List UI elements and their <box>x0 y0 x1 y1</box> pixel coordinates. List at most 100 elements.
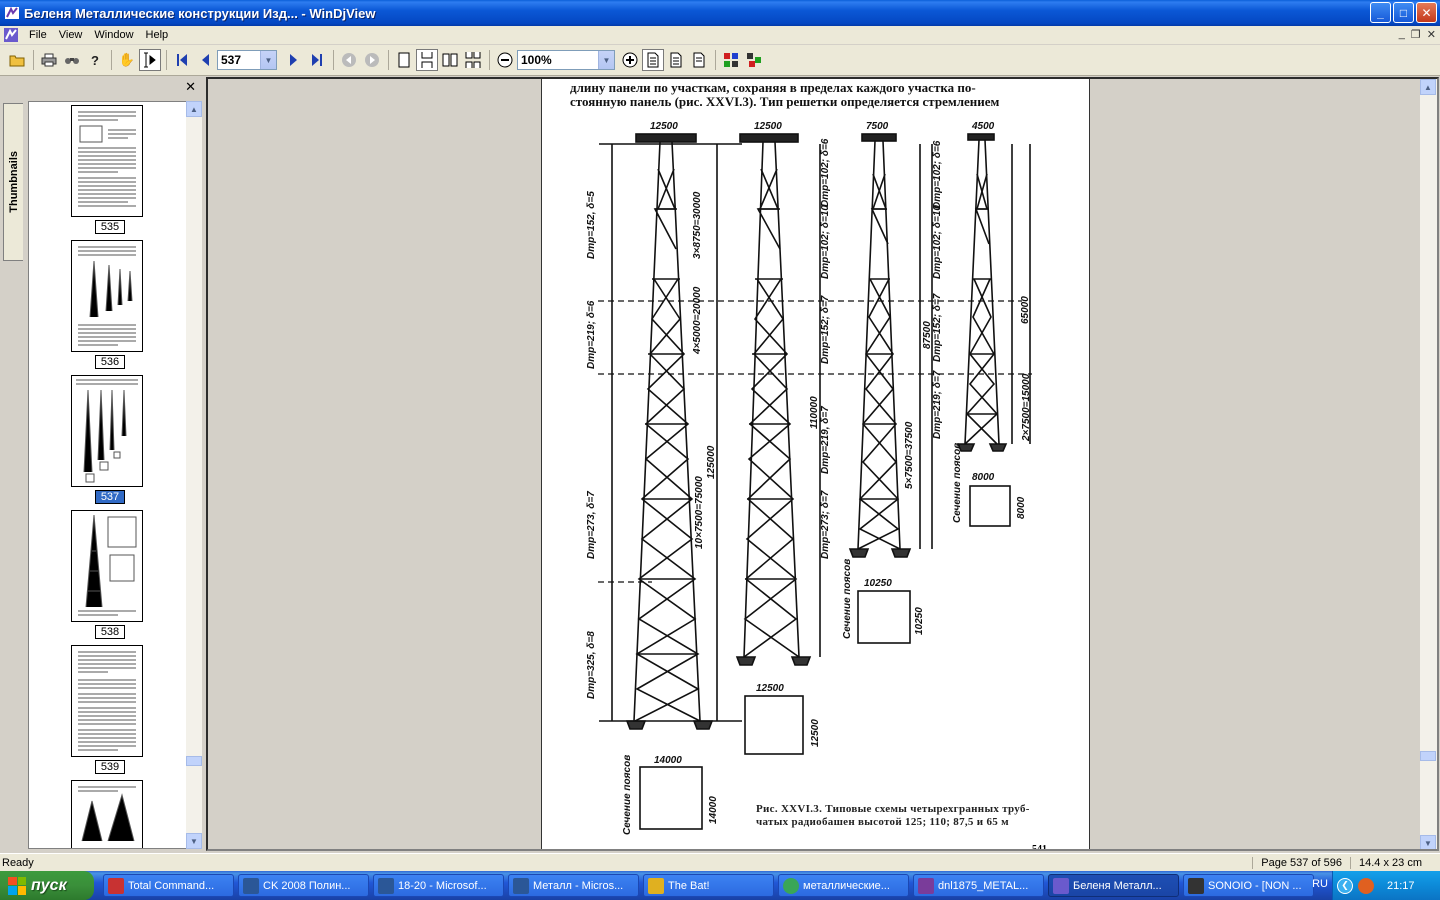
next-page-icon[interactable] <box>283 49 305 71</box>
task-button-active[interactable]: Беленя Металл... <box>1048 874 1179 897</box>
scrollbar-thumb[interactable] <box>1420 751 1436 761</box>
language-indicator[interactable]: RU <box>1312 878 1328 890</box>
open-icon[interactable] <box>6 49 28 71</box>
back-icon[interactable] <box>338 49 360 71</box>
thumbnail-label[interactable]: 537 <box>95 490 125 504</box>
djvu-page[interactable]: длину панели по участкам, сохраняя в пре… <box>541 79 1090 849</box>
print-icon[interactable] <box>38 49 60 71</box>
continuous-page-icon[interactable] <box>416 49 438 71</box>
mdi-close-button[interactable]: ✕ <box>1427 28 1436 41</box>
zoom-in-icon[interactable] <box>619 49 641 71</box>
forward-icon[interactable] <box>361 49 383 71</box>
scroll-up-icon[interactable]: ▲ <box>186 101 202 117</box>
two-pages-icon[interactable] <box>439 49 461 71</box>
maximize-button[interactable]: □ <box>1393 2 1414 23</box>
menu-file[interactable]: File <box>23 29 53 41</box>
scroll-up-icon[interactable]: ▲ <box>1420 79 1436 95</box>
title-bar[interactable]: Беленя Металлические конструкции Изд... … <box>0 0 1440 26</box>
chevron-down-icon[interactable]: ▼ <box>598 51 614 69</box>
section-label: 8000 <box>1016 496 1027 519</box>
thumbnail-preview <box>78 651 136 751</box>
prev-page-icon[interactable] <box>194 49 216 71</box>
thumbnail-page[interactable] <box>71 780 143 848</box>
tray-expand-icon[interactable]: ❮ <box>1337 877 1353 894</box>
task-button[interactable]: Металл - Micros... <box>508 874 639 897</box>
task-button[interactable]: The Bat! <box>643 874 774 897</box>
close-button[interactable]: ✕ <box>1416 2 1437 23</box>
document-view[interactable]: длину панели по участкам, сохраняя в пре… <box>206 77 1439 851</box>
clock[interactable]: 21:17 <box>1387 880 1415 892</box>
actual-size-icon[interactable] <box>688 49 710 71</box>
thumbnail-page[interactable] <box>71 105 143 217</box>
scrollbar-thumb[interactable] <box>186 756 202 766</box>
section-caption: Сечение поясов <box>952 443 963 523</box>
side-tab-strip: Thumbnails <box>0 77 24 851</box>
find-icon[interactable] <box>61 49 83 71</box>
mdi-minimize-button[interactable]: _ <box>1399 28 1405 41</box>
task-button[interactable]: SONOIO - [NON ... <box>1183 874 1314 897</box>
page-number-combo[interactable]: 537 ▼ <box>217 50 277 70</box>
network-icon[interactable] <box>1358 877 1374 894</box>
task-label: Беленя Металл... <box>1073 879 1162 892</box>
fit-width-icon[interactable] <box>665 49 687 71</box>
thumbnail-label[interactable]: 535 <box>95 220 125 234</box>
select-icon[interactable] <box>139 49 161 71</box>
toolbar-separator <box>715 50 716 70</box>
thumbnail-page[interactable] <box>71 240 143 352</box>
scroll-down-icon[interactable]: ▼ <box>1420 835 1436 849</box>
thumbnail-page[interactable] <box>71 375 143 487</box>
layout-mode-icon[interactable] <box>743 49 765 71</box>
chevron-down-icon[interactable]: ▼ <box>260 51 276 69</box>
thumbnail-preview <box>78 786 136 842</box>
thumbnail-page[interactable] <box>71 510 143 622</box>
zoom-combo[interactable]: 100% ▼ <box>517 50 615 70</box>
menu-window[interactable]: Window <box>88 29 139 41</box>
word-icon <box>378 877 394 894</box>
menu-view[interactable]: View <box>53 29 89 41</box>
document-icon[interactable] <box>3 27 19 43</box>
color-mode-icon[interactable] <box>720 49 742 71</box>
pipe-label: Dтр=152; δ=7 <box>820 295 831 364</box>
pipe-label: Dтр=219, δ=7 <box>820 406 831 474</box>
thumbnail-preview <box>76 379 138 483</box>
menu-bar: File View Window Help _ ❐ ✕ <box>0 26 1440 45</box>
thumbnail-label[interactable]: 538 <box>95 625 125 639</box>
thumbnails-tab[interactable]: Thumbnails <box>3 103 23 261</box>
help-icon[interactable]: ? <box>84 49 106 71</box>
system-tray: ❮ 21:17 <box>1332 871 1440 900</box>
task-button[interactable]: dnl1875_METAL... <box>913 874 1044 897</box>
section-label: 12500 <box>810 719 821 747</box>
continuous-facing-icon[interactable] <box>462 49 484 71</box>
section-square <box>857 590 911 644</box>
document-scrollbar[interactable]: ▲ ▼ <box>1420 79 1437 849</box>
thumbnails-list[interactable]: 535 536 537 538 539 <box>28 101 188 849</box>
single-page-icon[interactable] <box>393 49 415 71</box>
task-button[interactable]: CK 2008 Полин... <box>238 874 369 897</box>
thumbnails-tab-label: Thumbnails <box>7 151 20 213</box>
thumbnail-label[interactable]: 539 <box>95 760 125 774</box>
hand-icon[interactable]: ✋ <box>116 49 138 71</box>
menu-help[interactable]: Help <box>140 29 175 41</box>
task-button[interactable]: металлические... <box>778 874 909 897</box>
segment-label: 10×7500=75000 <box>694 476 705 549</box>
thumbnail-label[interactable]: 536 <box>95 355 125 369</box>
start-button[interactable]: пуск <box>0 871 94 900</box>
thumbnails-scrollbar[interactable]: ▲ ▼ <box>186 101 202 849</box>
page-indicator: Page 537 of 596 <box>1252 856 1350 869</box>
last-page-icon[interactable] <box>306 49 328 71</box>
minimize-button[interactable]: _ <box>1370 2 1391 23</box>
fit-page-icon[interactable] <box>642 49 664 71</box>
task-button[interactable]: 18-20 - Microsof... <box>373 874 504 897</box>
thumbnail-page[interactable] <box>71 645 143 757</box>
close-icon[interactable]: ✕ <box>185 79 196 95</box>
pipe-label: Dтр=273; δ=7 <box>820 490 831 559</box>
task-button[interactable]: Total Command... <box>103 874 234 897</box>
zoom-out-icon[interactable] <box>494 49 516 71</box>
first-page-icon[interactable] <box>171 49 193 71</box>
width-label: 12500 <box>650 121 678 132</box>
task-label: dnl1875_METAL... <box>938 879 1029 892</box>
scroll-down-icon[interactable]: ▼ <box>186 833 202 849</box>
page-size-indicator: 14.4 x 23 cm <box>1350 856 1440 869</box>
mdi-restore-button[interactable]: ❐ <box>1411 28 1421 41</box>
pipe-label: Dтр=102; δ=6 <box>932 140 943 209</box>
